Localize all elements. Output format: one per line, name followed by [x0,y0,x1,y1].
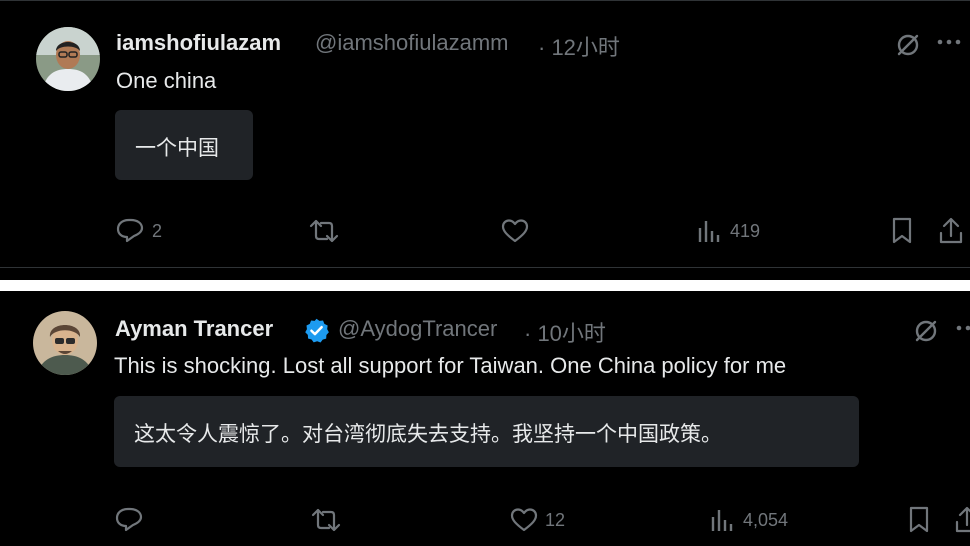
verified-badge-icon [303,317,330,344]
handle[interactable]: @AydogTrancer [338,316,497,342]
display-name[interactable]: Ayman Trancer [115,316,273,342]
repost-icon[interactable] [308,218,340,244]
tweet-divider [0,267,970,268]
like-count: 12 [545,510,566,530]
more-icon[interactable] [955,324,970,332]
timestamp[interactable]: · 12小时 [538,30,620,62]
top-border [0,0,970,7]
bookmark-icon[interactable] [907,506,931,534]
translation-text: 一个中国 [135,136,219,160]
reply-icon[interactable] [116,217,144,243]
translation-box: 一个中国 [115,110,253,180]
tweet-1[interactable]: iamshofiulazam @iamshofiulazamm · 12小时 O… [0,0,970,280]
bookmark-icon[interactable] [890,217,914,245]
avatar[interactable] [33,311,97,375]
display-name[interactable]: iamshofiulazam [116,30,281,56]
share-icon[interactable] [938,217,964,245]
heart-icon[interactable] [501,218,529,244]
grok-icon[interactable] [894,31,922,59]
grok-icon[interactable] [912,317,940,345]
view-count: 419 [730,221,761,241]
views-icon[interactable] [709,507,735,533]
timestamp[interactable]: · 10小时 [524,316,606,348]
reply-count: 2 [152,221,163,241]
handle[interactable]: @iamshofiulazamm [315,30,509,56]
repost-icon[interactable] [310,507,342,533]
tweet-text: This is shocking. Lost all support for T… [114,353,787,378]
heart-icon[interactable] [510,507,538,533]
avatar[interactable] [36,27,100,91]
tweet-text: One china [116,68,217,93]
translation-box: 这太令人震惊了。对台湾彻底失去支持。我坚持一个中国政策。 [114,396,859,467]
share-icon[interactable] [954,506,970,534]
more-icon[interactable] [936,38,962,46]
translation-text: 这太令人震惊了。对台湾彻底失去支持。我坚持一个中国政策。 [134,422,722,446]
tweet-2[interactable]: Ayman Trancer @AydogTrancer · 10小时 This … [0,291,970,546]
views-icon[interactable] [696,218,722,244]
reply-icon[interactable] [115,506,143,532]
view-count: 4,054 [743,510,789,530]
